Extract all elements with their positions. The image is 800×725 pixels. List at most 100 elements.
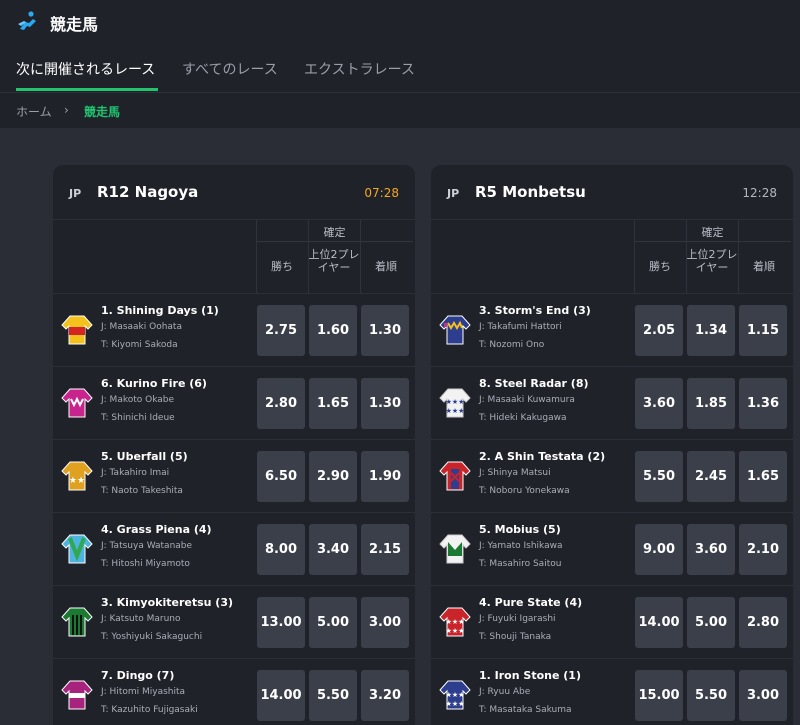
active-tab-indicator (16, 88, 158, 91)
tab-extra-races[interactable]: エクストラレース (304, 59, 415, 79)
horse-name: 6. Kurino Fire (6) (101, 377, 207, 390)
win-odds-button[interactable]: 3.60 (635, 378, 683, 429)
trainer-name: T: Masataka Sakuma (479, 705, 572, 715)
trainer-name: T: Noboru Yonekawa (479, 486, 570, 496)
horse-name: 1. Iron Stone (1) (479, 669, 581, 682)
place-odds-button[interactable]: 5.00 (687, 597, 735, 648)
place-odds-button[interactable]: 2.45 (687, 451, 735, 502)
race-name: R12 Nagoya (97, 183, 199, 201)
runner-row: 5. Mobius (5) J: Yamato Ishikawa T: Masa… (431, 513, 793, 586)
place-odds-button[interactable]: 3.60 (687, 524, 735, 575)
win-odds-button[interactable]: 2.80 (257, 378, 305, 429)
breadcrumb-home[interactable]: ホーム (16, 103, 52, 120)
place-header: 上位2プレイヤー (686, 248, 738, 274)
win-odds-button[interactable]: 15.00 (635, 670, 683, 721)
trainer-name: T: Kazuhito Fujigasaki (101, 705, 198, 715)
jockey-name: J: Takahiro Imai (101, 468, 170, 478)
tab-all-races[interactable]: すべてのレース (182, 59, 278, 79)
finish-odds-button[interactable]: 2.15 (361, 524, 409, 575)
trainer-name: T: Nozomi Ono (479, 340, 545, 350)
finish-odds-button[interactable]: 3.00 (739, 670, 787, 721)
finish-odds-button[interactable]: 1.30 (361, 378, 409, 429)
trainer-name: T: Shinichi Ideue (101, 413, 175, 423)
chevron-right-icon: › (64, 103, 69, 117)
win-odds-button[interactable]: 6.50 (257, 451, 305, 502)
trainer-name: T: Shouji Tanaka (479, 632, 552, 642)
win-odds-button[interactable]: 2.75 (257, 305, 305, 356)
runner-row: 1. Shining Days (1) J: Masaaki Oohata T:… (53, 294, 415, 367)
jockey-silk-icon (439, 315, 471, 345)
race-time: 12:28 (742, 186, 777, 200)
runner-row: 2. A Shin Testata (2) J: Shinya Matsui T… (431, 440, 793, 513)
win-odds-button[interactable]: 9.00 (635, 524, 683, 575)
svg-text:★★: ★★ (69, 476, 85, 486)
place-odds-button[interactable]: 1.65 (309, 378, 357, 429)
trainer-name: T: Masahiro Saitou (479, 559, 562, 569)
finish-odds-button[interactable]: 1.90 (361, 451, 409, 502)
finish-odds-button[interactable]: 3.00 (361, 597, 409, 648)
place-odds-button[interactable]: 5.00 (309, 597, 357, 648)
odds-column-header: 確定 勝ち 上位2プレイヤー 着順 (431, 220, 793, 294)
horse-name: 4. Grass Piena (4) (101, 523, 212, 536)
win-odds-button[interactable]: 14.00 (635, 597, 683, 648)
finish-odds-button[interactable]: 2.10 (739, 524, 787, 575)
runner-row: ★★ 5. Uberfall (5) J: Takahiro Imai T: N… (53, 440, 415, 513)
page-title: 競走馬 (50, 15, 99, 34)
country-code: JP (69, 187, 82, 200)
trainer-name: T: Kiyomi Sakoda (101, 340, 178, 350)
place-odds-button[interactable]: 1.85 (687, 378, 735, 429)
jockey-silk-icon (61, 315, 93, 345)
win-odds-button[interactable]: 13.00 (257, 597, 305, 648)
place-odds-button[interactable]: 5.50 (687, 670, 735, 721)
jockey-silk-icon: ★★★ ★★★ (439, 680, 471, 710)
jockey-name: J: Masaaki Oohata (101, 322, 182, 332)
win-odds-button[interactable]: 8.00 (257, 524, 305, 575)
jockey-silk-icon (61, 534, 93, 564)
jockey-name: J: Masaaki Kuwamura (479, 395, 575, 405)
place-odds-button[interactable]: 2.90 (309, 451, 357, 502)
trainer-name: T: Yoshiyuki Sakaguchi (101, 632, 203, 642)
jockey-silk-icon: ★★★ ★★★ (439, 388, 471, 418)
place-odds-button[interactable]: 5.50 (309, 670, 357, 721)
finish-odds-button[interactable]: 3.20 (361, 670, 409, 721)
race-header[interactable]: JP R12 Nagoya 07:28 (53, 165, 415, 220)
jockey-silk-icon (439, 534, 471, 564)
odds-column-header: 確定 勝ち 上位2プレイヤー 着順 (53, 220, 415, 294)
horse-name: 5. Uberfall (5) (101, 450, 188, 463)
win-header: 勝ち (649, 260, 671, 273)
win-header: 勝ち (271, 260, 293, 273)
jockey-name: J: Makoto Okabe (101, 395, 175, 405)
win-odds-button[interactable]: 14.00 (257, 670, 305, 721)
tab-next-races[interactable]: 次に開催されるレース (16, 59, 155, 79)
runner-row: ★★★ ★★★ 1. Iron Stone (1) J: Ryuu Abe T:… (431, 659, 793, 725)
trainer-name: T: Hideki Kakugawa (479, 413, 567, 423)
place-odds-button[interactable]: 1.34 (687, 305, 735, 356)
horse-name: 3. Storm's End (3) (479, 304, 591, 317)
race-card-monbetsu: JP R5 Monbetsu 12:28 確定 勝ち 上位2プレイヤー 着順 3… (431, 165, 793, 725)
jockey-silk-icon (61, 680, 93, 710)
jockey-name: J: Fuyuki Igarashi (479, 614, 556, 624)
horse-name: 1. Shining Days (1) (101, 304, 219, 317)
race-header[interactable]: JP R5 Monbetsu 12:28 (431, 165, 793, 220)
place-odds-button[interactable]: 3.40 (309, 524, 357, 575)
jockey-silk-icon: ★★★ ★★★ (439, 607, 471, 637)
horse-racing-icon (18, 11, 36, 30)
jockey-silk-icon: ★★ (61, 461, 93, 491)
jockey-silk-icon (61, 388, 93, 418)
svg-text:★★★: ★★★ (446, 627, 465, 635)
horse-name: 4. Pure State (4) (479, 596, 583, 609)
win-odds-button[interactable]: 5.50 (635, 451, 683, 502)
finish-odds-button[interactable]: 1.30 (361, 305, 409, 356)
win-odds-button[interactable]: 2.05 (635, 305, 683, 356)
finish-odds-button[interactable]: 1.36 (739, 378, 787, 429)
finish-header: 着順 (753, 260, 775, 273)
runner-row: 4. Grass Piena (4) J: Tatsuya Watanabe T… (53, 513, 415, 586)
jockey-name: J: Tatsuya Watanabe (101, 541, 193, 551)
race-time: 07:28 (364, 186, 399, 200)
svg-text:★★★: ★★★ (446, 691, 465, 699)
finish-odds-button[interactable]: 1.15 (739, 305, 787, 356)
finish-odds-button[interactable]: 2.80 (739, 597, 787, 648)
svg-text:★★★: ★★★ (446, 398, 465, 406)
place-odds-button[interactable]: 1.60 (309, 305, 357, 356)
finish-odds-button[interactable]: 1.65 (739, 451, 787, 502)
